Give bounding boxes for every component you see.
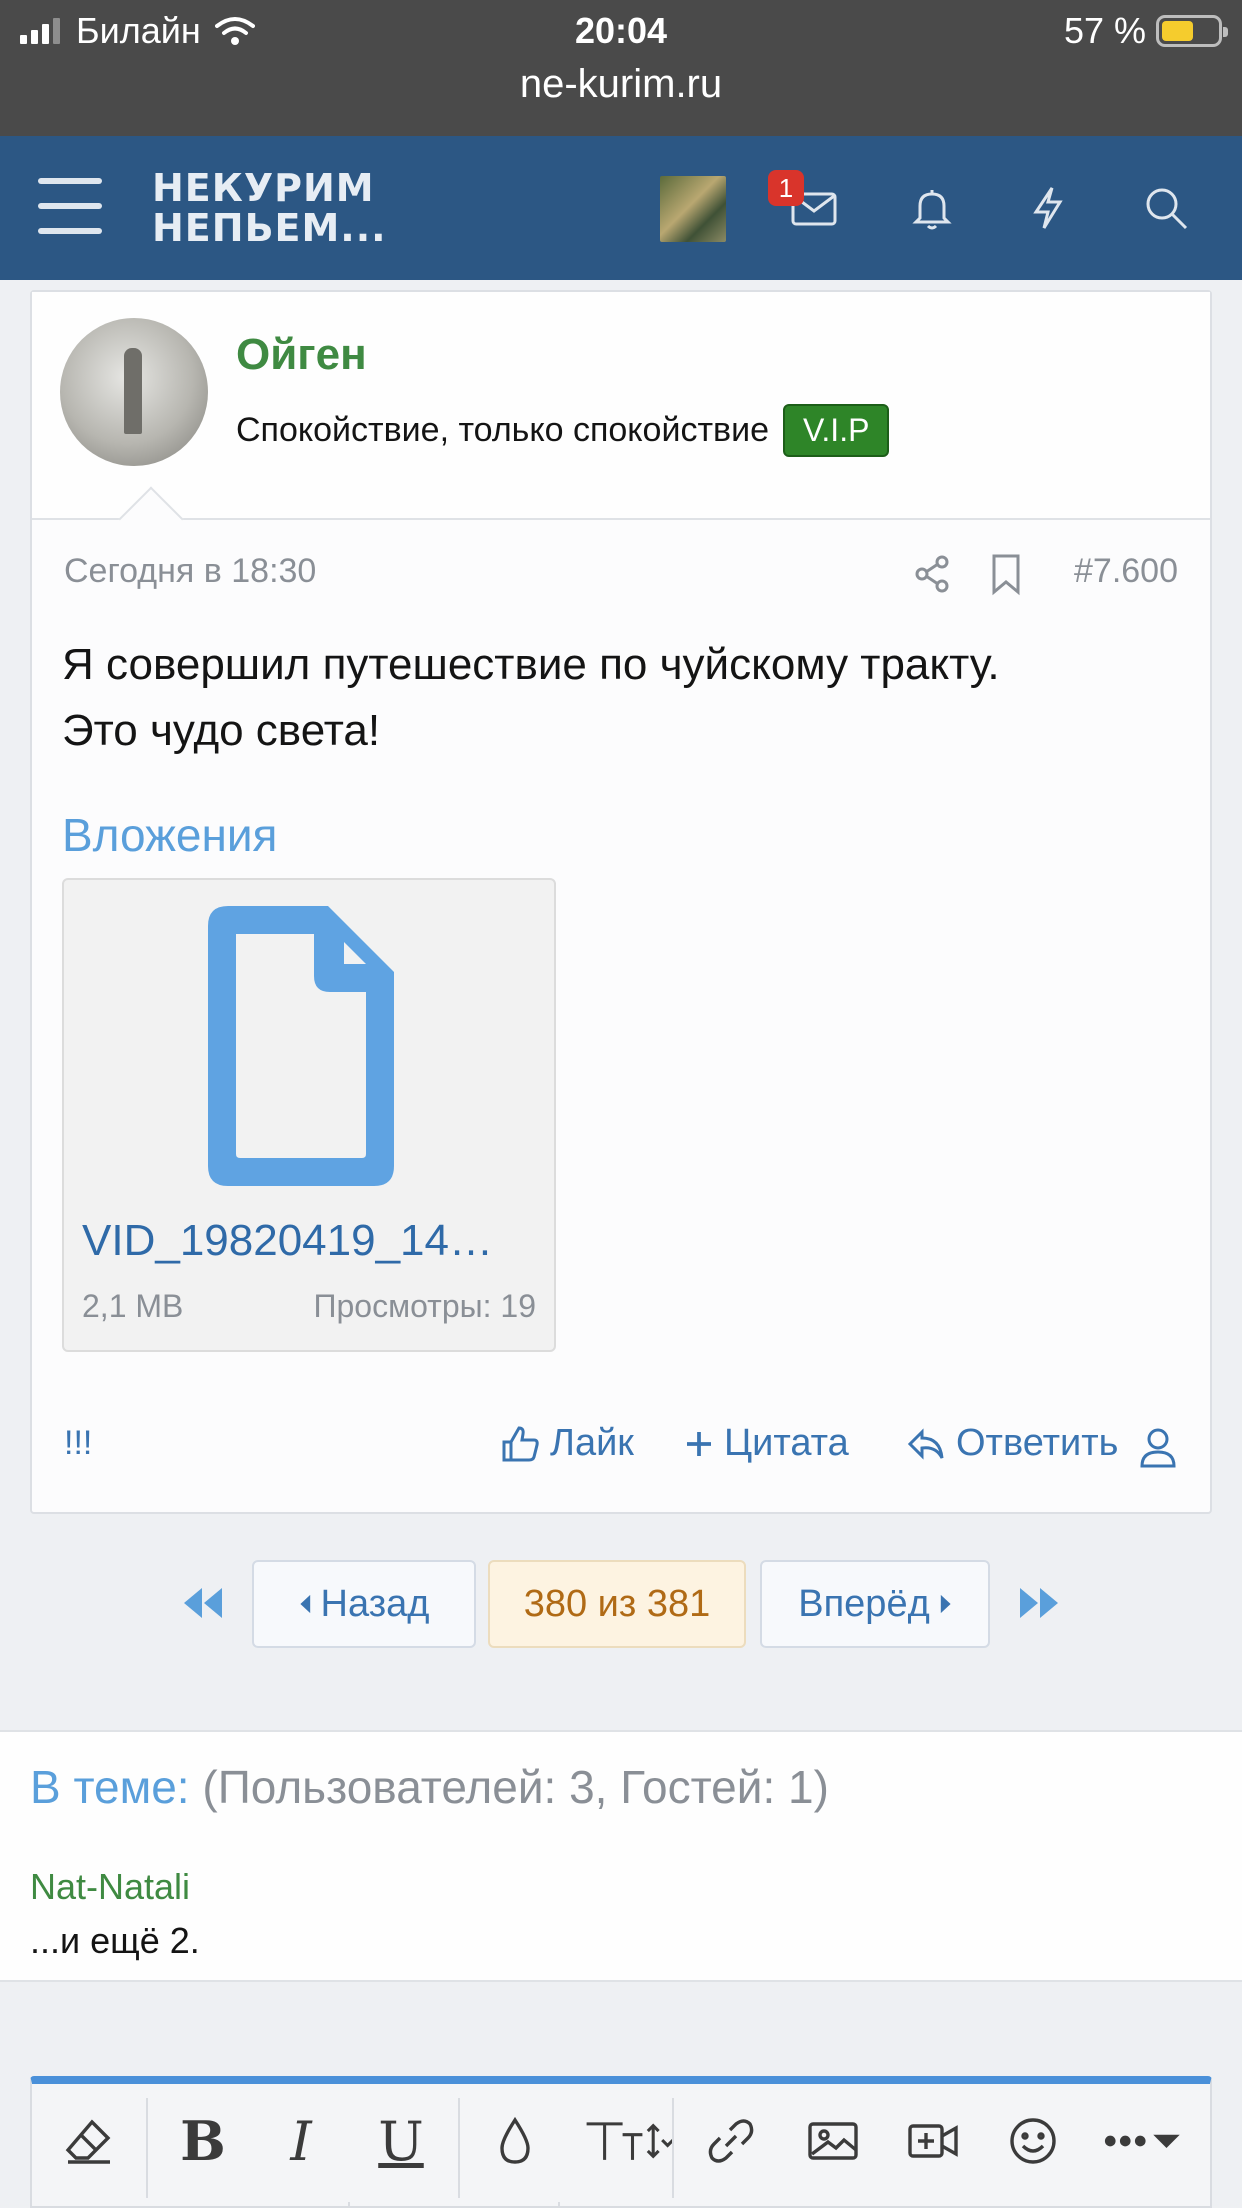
- post-number[interactable]: #7.600: [1074, 552, 1178, 591]
- attachment-size: 2,1 MB: [82, 1288, 184, 1324]
- status-bar: Билайн 20:04 57 % ne-kurim.ru: [0, 0, 1242, 136]
- attachments-title: Вложения: [62, 809, 278, 861]
- attachment-card[interactable]: VID_19820419_14… 2,1 MB Просмотры: 19: [62, 878, 556, 1352]
- text-size-icon: [586, 2122, 673, 2160]
- droplet-icon: [500, 2116, 530, 2164]
- first-page-icon[interactable]: [178, 1578, 228, 1628]
- author-name[interactable]: Ойген: [236, 330, 367, 380]
- logo-line-1: НЕКУРИМ: [152, 166, 375, 210]
- last-page-icon[interactable]: [1014, 1578, 1064, 1628]
- font-size-button[interactable]: [578, 2106, 678, 2176]
- remove-format-button[interactable]: [54, 2106, 124, 2176]
- insert-smilie-button[interactable]: [998, 2106, 1068, 2176]
- reply-label: Ответить: [956, 1422, 1119, 1464]
- eraser-icon: [65, 2119, 111, 2164]
- reply-icon: [907, 1427, 944, 1460]
- lightning-icon: [1033, 187, 1063, 229]
- insert-image-button[interactable]: [798, 2106, 868, 2176]
- author-avatar[interactable]: [60, 318, 208, 466]
- viewers-more: ...и ещё 2.: [30, 1920, 200, 1961]
- video-icon: [908, 2124, 958, 2158]
- bell-icon: [912, 190, 952, 230]
- vip-badge: V.I.P: [783, 404, 890, 457]
- post-text-line-2: Это чудо света!: [62, 706, 381, 755]
- pagination: Назад 380 из 381 Вперёд: [0, 1560, 1242, 1650]
- report-link[interactable]: !!!: [64, 1424, 92, 1463]
- bookmark-icon[interactable]: [988, 552, 1024, 596]
- next-page-label: Вперёд: [798, 1582, 930, 1625]
- file-icon: [208, 906, 394, 1186]
- text-color-button[interactable]: [480, 2106, 550, 2176]
- battery-info: 57 %: [1063, 10, 1228, 52]
- post-meta: Сегодня в 18:30 #7.600: [64, 552, 1178, 598]
- caret-left-icon: [299, 1594, 310, 1614]
- prev-page-label: Назад: [320, 1582, 430, 1625]
- post-body: Я совершил путешествие по чуйскому тракт…: [62, 632, 1162, 764]
- viewer-username[interactable]: Nat-Natali: [30, 1866, 190, 1908]
- italic-button[interactable]: I: [266, 2106, 336, 2176]
- like-button[interactable]: Лайк: [500, 1422, 634, 1465]
- site-logo[interactable]: НЕКУРИМ НЕПЬЕМ...: [152, 168, 387, 248]
- quote-button[interactable]: Цитата: [684, 1422, 849, 1465]
- address-bar-url[interactable]: ne-kurim.ru: [0, 62, 1242, 107]
- smiley-icon: [1010, 2118, 1056, 2164]
- menu-icon[interactable]: [38, 178, 102, 234]
- share-icon[interactable]: [912, 554, 952, 594]
- site-header: НЕКУРИМ НЕПЬЕМ... 1: [0, 136, 1242, 280]
- search-button[interactable]: [1130, 172, 1202, 244]
- caret-right-icon: [940, 1594, 951, 1614]
- thumbs-up-icon: [502, 1425, 539, 1461]
- clock: 20:04: [574, 10, 668, 51]
- whats-new-button[interactable]: [1012, 172, 1084, 244]
- next-page-button[interactable]: Вперёд: [760, 1560, 990, 1648]
- thread-viewers-heading: В теме: (Пользователей: 3, Гостей: 1): [30, 1760, 829, 1814]
- battery-icon: [1156, 15, 1228, 47]
- attachment-views: Просмотры: 19: [313, 1288, 536, 1324]
- user-icon[interactable]: [1138, 1426, 1178, 1470]
- account-avatar[interactable]: [660, 176, 726, 242]
- thread-viewers-label: В теме:: [30, 1761, 190, 1813]
- logo-line-2: НЕПЬЕМ...: [152, 206, 387, 250]
- post-date[interactable]: Сегодня в 18:30: [64, 552, 316, 591]
- bold-button[interactable]: B: [168, 2106, 238, 2176]
- inbox-badge: 1: [768, 170, 804, 206]
- more-icon: [1104, 2134, 1180, 2148]
- insert-link-button[interactable]: [696, 2106, 766, 2176]
- more-options-button[interactable]: [1096, 2106, 1192, 2176]
- current-page[interactable]: 380 из 381: [488, 1560, 746, 1648]
- search-icon: [1146, 188, 1188, 230]
- quote-label: Цитата: [724, 1422, 849, 1464]
- thread-viewers-block: В теме: (Пользователей: 3, Гостей: 1) Na…: [0, 1730, 1242, 1982]
- alerts-button[interactable]: [896, 172, 968, 244]
- underline-button[interactable]: U: [366, 2106, 436, 2176]
- post-actions: !!! Лайк Цитата Ответить: [64, 1418, 1178, 1474]
- post-card: Ойген Спокойствие, только спокойствие V.…: [30, 290, 1212, 1514]
- reply-editor-toolbar: B I U: [30, 2076, 1212, 2208]
- image-icon: [808, 2122, 858, 2160]
- like-label: Лайк: [550, 1422, 634, 1464]
- prev-page-button[interactable]: Назад: [252, 1560, 476, 1648]
- plus-icon: [687, 1431, 711, 1456]
- thread-viewers-counts: (Пользователей: 3, Гостей: 1): [202, 1761, 829, 1813]
- author-title-row: Спокойствие, только спокойствие V.I.P: [236, 404, 890, 457]
- insert-media-button[interactable]: [898, 2106, 968, 2176]
- reply-button[interactable]: Ответить: [906, 1422, 1118, 1465]
- post-author-block: Ойген Спокойствие, только спокойствие V.…: [32, 292, 1210, 520]
- author-title: Спокойствие, только спокойствие: [236, 411, 769, 449]
- link-icon: [708, 2119, 754, 2163]
- attachment-filename[interactable]: VID_19820419_14…: [82, 1216, 542, 1266]
- post-text-line-1: Я совершил путешествие по чуйскому тракт…: [62, 640, 1000, 689]
- battery-percent: 57 %: [1063, 10, 1146, 51]
